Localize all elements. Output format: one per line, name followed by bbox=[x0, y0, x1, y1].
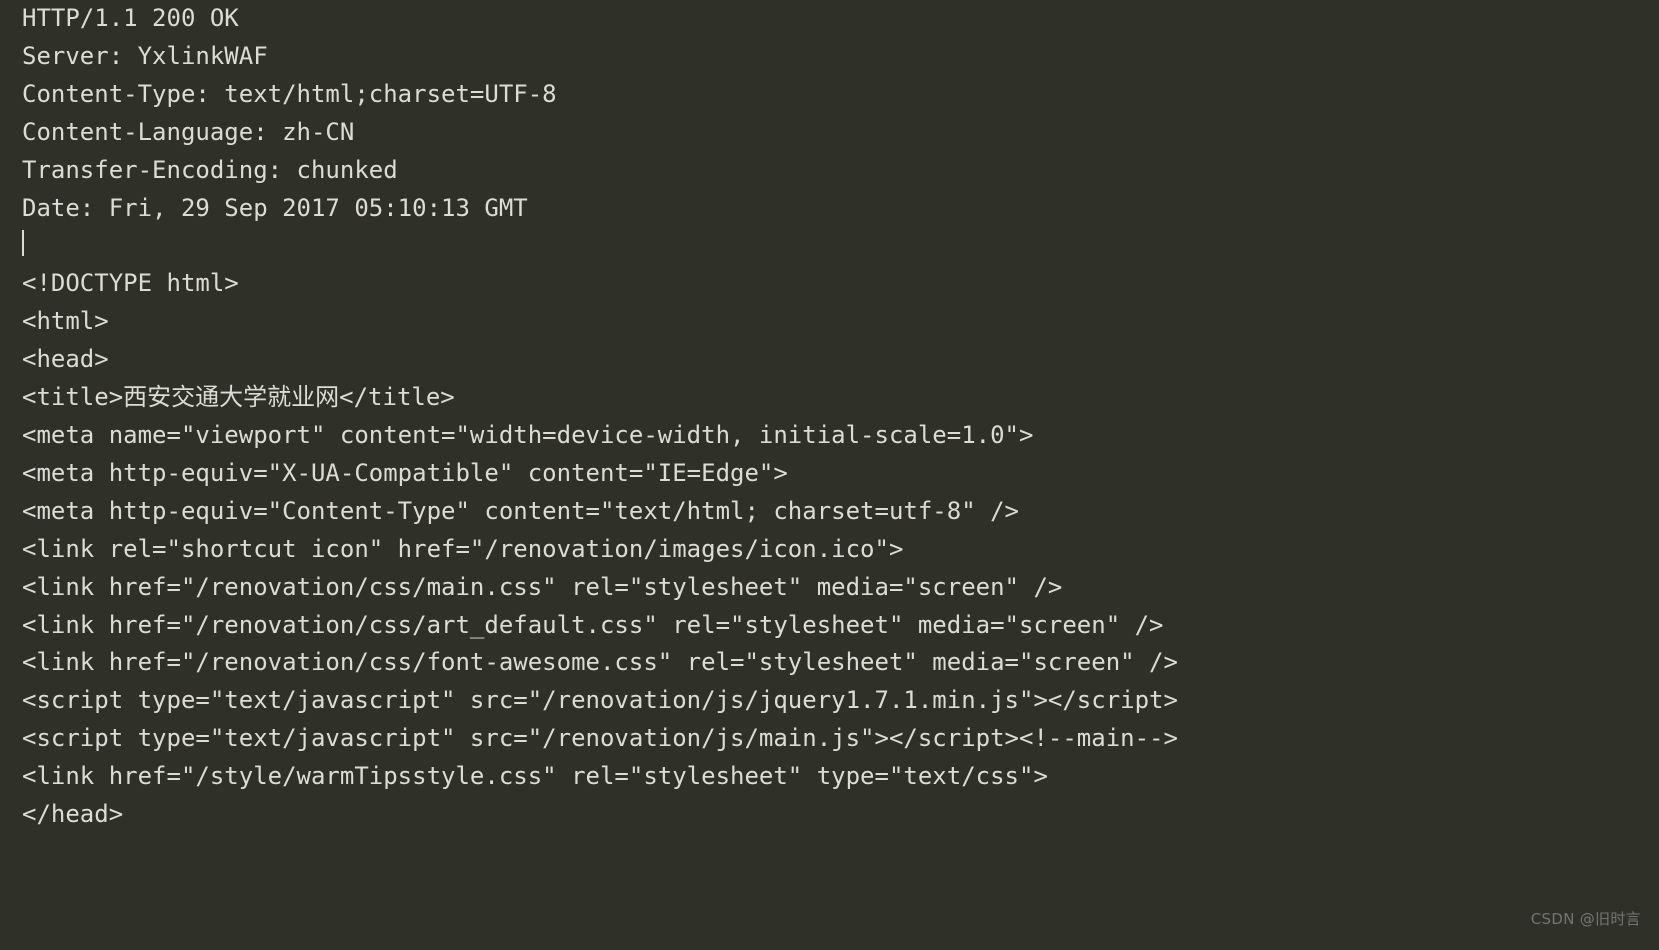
code-line: <meta http-equiv="X-UA-Compatible" conte… bbox=[22, 459, 788, 487]
terminal-output[interactable]: HTTP/1.1 200 OK Server: YxlinkWAF Conten… bbox=[0, 0, 1659, 834]
code-line: Server: YxlinkWAF bbox=[22, 42, 268, 70]
code-line: <html> bbox=[22, 307, 109, 335]
cursor-caret bbox=[22, 230, 24, 256]
code-line: <head> bbox=[22, 345, 109, 373]
code-line: <script type="text/javascript" src="/ren… bbox=[22, 724, 1178, 752]
code-line: <link href="/style/warmTipsstyle.css" re… bbox=[22, 762, 1048, 790]
code-line: <link href="/renovation/css/font-awesome… bbox=[22, 648, 1178, 676]
code-line: Transfer-Encoding: chunked bbox=[22, 156, 398, 184]
watermark-label: CSDN @旧时言 bbox=[1531, 908, 1641, 932]
code-line: Date: Fri, 29 Sep 2017 05:10:13 GMT bbox=[22, 194, 528, 222]
code-line: <script type="text/javascript" src="/ren… bbox=[22, 686, 1178, 714]
code-line: HTTP/1.1 200 OK bbox=[22, 4, 239, 32]
code-line: <title>西安交通大学就业网</title> bbox=[22, 383, 455, 411]
code-line: </head> bbox=[22, 800, 123, 828]
code-line: Content-Type: text/html;charset=UTF-8 bbox=[22, 80, 557, 108]
code-line: Content-Language: zh-CN bbox=[22, 118, 354, 146]
code-line: <meta name="viewport" content="width=dev… bbox=[22, 421, 1033, 449]
code-line: <link rel="shortcut icon" href="/renovat… bbox=[22, 535, 903, 563]
code-line: <meta http-equiv="Content-Type" content=… bbox=[22, 497, 1019, 525]
code-line: <link href="/renovation/css/main.css" re… bbox=[22, 573, 1062, 601]
code-line: <!DOCTYPE html> bbox=[22, 269, 239, 297]
code-line: <link href="/renovation/css/art_default.… bbox=[22, 611, 1164, 639]
